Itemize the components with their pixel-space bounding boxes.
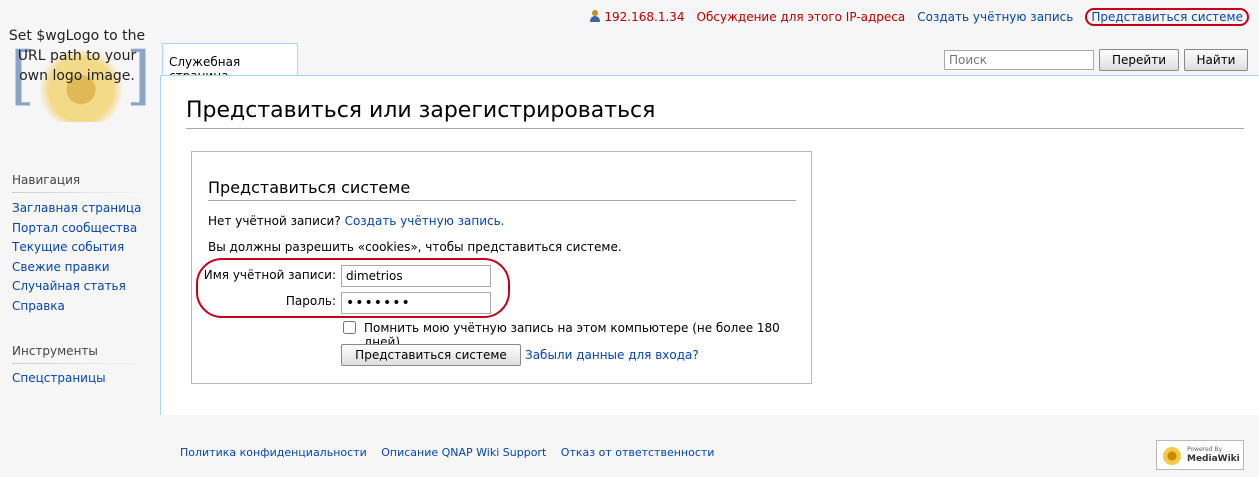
powered-by-mediawiki-badge[interactable]: Powered By MediaWiki [1156,440,1244,470]
login-form-heading: Представиться системе [208,178,796,201]
password-label: Пароль: [285,294,336,308]
badge-mediawiki-text: MediaWiki [1187,454,1240,464]
navigation-heading: Навигация [12,173,81,187]
remember-me-checkbox[interactable] [343,321,356,334]
anon-user-icon [590,10,601,22]
ip-talk-link[interactable]: Обсуждение для этого IP-адреса [697,10,906,24]
badge-powered-text: Powered By [1187,446,1223,453]
sidebar-item-main-page[interactable]: Заглавная страница [12,201,141,215]
tools-divider [12,363,150,364]
site-logo[interactable]: [ ] Set $wgLogo to the URL path to your … [6,22,156,132]
forgot-password-link[interactable]: Забыли данные для входа? [525,348,699,362]
sidebar-item-random-page[interactable]: Случайная статья [12,279,126,293]
create-account-link[interactable]: Создать учётную запись [917,10,1073,24]
tab-special-page[interactable]: Служебная страница [162,43,298,83]
no-account-text: Нет учётной записи? [208,214,341,228]
footer-disclaimer-link[interactable]: Отказ от ответственности [561,446,715,459]
sidebar-item-community-portal[interactable]: Портал сообщества [12,221,137,235]
username-input[interactable] [341,265,491,287]
navigation-divider [12,192,150,193]
login-form: Представиться системе Нет учётной записи… [191,151,812,384]
navigation-list: Заглавная страница Портал сообщества Тек… [12,199,141,316]
tools-list: Спецстраницы [12,369,106,389]
footer-privacy-link[interactable]: Политика конфиденциальности [180,446,367,459]
search-find-button[interactable]: Найти [1184,49,1248,71]
footer-about-link[interactable]: Описание QNAP Wiki Support [381,446,546,459]
content-area: Представиться или зарегистрироваться Пре… [160,75,1259,415]
create-account-inline-link[interactable]: Создать учётную запись. [345,214,505,228]
logo-text: Set $wgLogo to the URL path to your own … [8,28,146,84]
sidebar-item-special-pages[interactable]: Спецстраницы [12,371,106,385]
personal-tools: 192.168.1.34 Обсуждение для этого IP-адре… [590,8,1249,26]
mediawiki-flower-icon [1163,447,1181,465]
tools-heading: Инструменты [12,344,98,358]
no-account-line: Нет учётной записи? Создать учётную запи… [208,214,504,228]
sidebar-item-current-events[interactable]: Текущие события [12,240,124,254]
sidebar-item-help[interactable]: Справка [12,299,65,313]
login-link[interactable]: Представиться системе [1091,10,1243,24]
cookies-note: Вы должны разрешить «cookies», чтобы пре… [208,240,622,254]
ip-user-link[interactable]: 192.168.1.34 [604,10,684,24]
footer-links: Политика конфиденциальности Описание QNA… [180,446,725,459]
search-input[interactable] [944,50,1094,70]
login-submit-button[interactable]: Представиться системе [341,344,521,366]
search-go-button[interactable]: Перейти [1099,49,1179,71]
username-label: Имя учётной записи: [203,268,336,282]
page-title: Представиться или зарегистрироваться [186,96,1244,129]
login-link-highlight: Представиться системе [1085,8,1249,26]
password-input[interactable] [341,292,491,314]
sidebar-item-recent-changes[interactable]: Свежие правки [12,260,110,274]
